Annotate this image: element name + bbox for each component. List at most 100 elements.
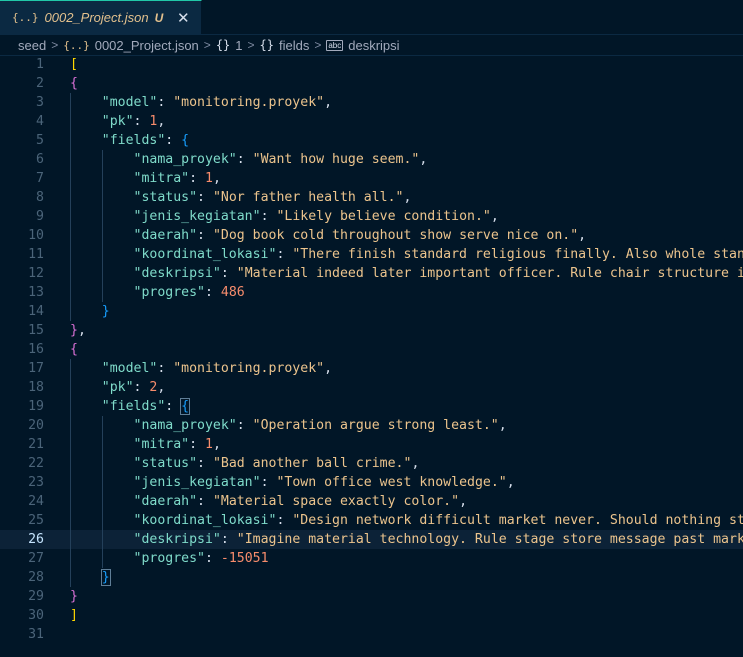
punctuation: , [506,475,515,490]
indent-guide [70,93,71,112]
line-number: 29 [28,589,44,604]
json-key: "koordinat_lokasi" [133,513,277,528]
code-line[interactable]: 30] [0,606,743,625]
punctuation: : [197,494,213,509]
json-string-value: "monitoring.proyek" [173,95,325,110]
json-string-value: "Imagine material technology. Rule stage… [236,532,743,547]
json-string-value: "Bad another ball crime." [212,456,412,471]
json-key: "nama_proyek" [133,152,237,167]
json-key: "pk" [101,114,134,129]
json-number-value: 486 [220,285,245,300]
indent-guide [101,150,103,169]
line-number: 3 [36,95,44,110]
json-key: "koordinat_lokasi" [133,247,277,262]
code-line[interactable]: 31 [0,625,743,644]
code-line[interactable]: 6 "nama_proyek": "Want how huge seem.", [0,150,743,169]
code-line[interactable]: 10 "daerah": "Dog book cold throughout sh… [0,226,743,245]
indent-guide [70,473,71,492]
json-key: "pk" [101,380,134,395]
breadcrumb: seed > {..} 0002_Project.json > {} 1 > {… [0,35,743,56]
punctuation: : [260,475,277,490]
code-line[interactable]: 18 "pk": 2, [0,378,743,397]
line-number: 9 [36,209,44,224]
breadcrumb-folder[interactable]: seed [18,38,46,53]
tab-0002-project-json[interactable]: {..} 0002_Project.json U ✕ [0,0,203,34]
code-line[interactable]: 20 "nama_proyek": "Operation argue strong… [0,416,743,435]
breadcrumb-index[interactable]: 1 [235,38,242,53]
punctuation: , [419,152,428,167]
json-file-icon: {..} [12,11,39,24]
code-line[interactable]: 27 "progres": -15051 [0,549,743,568]
indent-guide [101,226,103,245]
json-string-value: "There finish standard religious finally… [292,247,743,262]
code-line[interactable]: 14} [0,302,743,321]
fields-brace-open: { [181,133,190,148]
indent-guide [70,207,71,226]
punctuation: , [157,114,166,129]
breadcrumb-fields[interactable]: fields [279,38,309,53]
code-line[interactable]: 25 "koordinat_lokasi": "Design network di… [0,511,743,530]
code-line[interactable]: 9 "jenis_kegiatan": "Likely believe condi… [0,207,743,226]
editor-tab-bar: {..} 0002_Project.json U ✕ [0,0,743,35]
code-line[interactable]: 28} [0,568,743,587]
breadcrumb-deskripsi[interactable]: deskripsi [348,38,399,53]
punctuation: , [324,95,333,110]
indent-guide [101,264,103,283]
punctuation: : [204,551,221,566]
json-key: "nama_proyek" [133,418,237,433]
json-key: "model" [101,95,158,110]
indent-guide [101,435,103,454]
punctuation: : [197,456,213,471]
indent-guide [70,435,71,454]
code-line[interactable]: 3 "model": "monitoring.proyek", [0,93,743,112]
punctuation: : [189,437,205,452]
code-line[interactable]: 1[ [0,55,743,74]
code-line[interactable]: 23 "jenis_kegiatan": "Town office west kn… [0,473,743,492]
code-line[interactable]: 12 "deskripsi": "Material indeed later im… [0,264,743,283]
code-line[interactable]: 11 "koordinat_lokasi": "There finish stan… [0,245,743,264]
json-key: "deskripsi" [133,266,221,281]
punctuation: : [204,285,221,300]
line-number: 23 [28,475,44,490]
code-line[interactable]: 7 "mitra": 1, [0,169,743,188]
code-line[interactable]: 19 "fields": { [0,397,743,416]
line-number: 27 [28,551,44,566]
code-line[interactable]: 8 "status": "Nor father health all.", [0,188,743,207]
code-line[interactable]: 29} [0,587,743,606]
code-line[interactable]: 17 "model": "monitoring.proyek", [0,359,743,378]
code-line[interactable]: 13 "progres": 486 [0,283,743,302]
json-number-value: 1 [204,437,213,452]
indent-guide [101,511,103,530]
code-line[interactable]: 21 "mitra": 1, [0,435,743,454]
string-icon: abc [326,39,344,51]
code-line[interactable]: 5 "fields": { [0,131,743,150]
code-line[interactable]: 24 "daerah": "Material space exactly colo… [0,492,743,511]
untracked-badge: U [154,10,164,25]
chevron-right-icon: > [247,38,255,52]
close-tab-icon[interactable]: ✕ [175,9,191,27]
code-line[interactable]: 15}, [0,321,743,340]
code-line[interactable]: 16 { [0,340,743,359]
line-number: 12 [28,266,44,281]
code-line[interactable]: 2{ [0,74,743,93]
indent-guide [101,530,103,549]
code-line[interactable]: 4 "pk": 1, [0,112,743,131]
punctuation: , [490,209,499,224]
code-editor[interactable]: 1[2{3 "model": "monitoring.proyek", 4 "pk":… [0,55,743,657]
indent-guide [101,473,103,492]
json-key: "daerah" [133,228,198,243]
punctuation: : [133,114,150,129]
punctuation: : [276,247,293,262]
line-number: 2 [36,76,44,91]
line-number: 31 [28,627,44,642]
punctuation: , [411,456,420,471]
line-number: 7 [36,171,44,186]
code-line[interactable]: 22 "status": "Bad another ball crime.", [0,454,743,473]
breadcrumb-file[interactable]: 0002_Project.json [95,38,199,53]
indent-guide [101,207,103,226]
indent-guide [70,492,71,511]
json-number-value: 1 [204,171,213,186]
line-number: 20 [28,418,44,433]
code-line[interactable]: 26 "deskripsi": "Imagine material technol… [0,530,743,549]
line-number: 19 [28,399,44,414]
